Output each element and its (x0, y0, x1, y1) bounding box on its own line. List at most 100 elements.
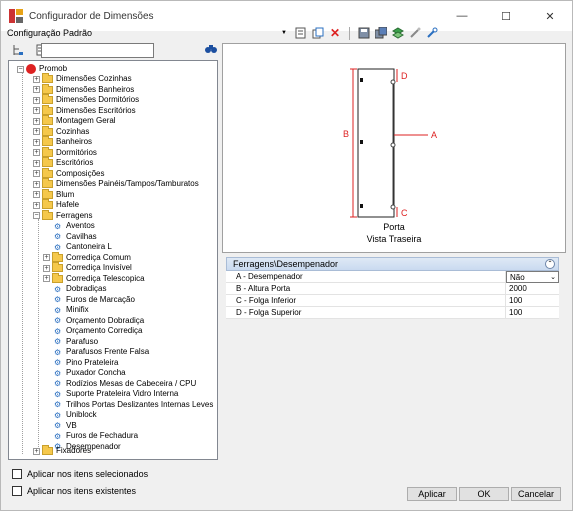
save-all-icon[interactable] (374, 26, 388, 40)
tree-leaf[interactable]: ⚙ Furos de Fechadura (54, 431, 138, 441)
apply-existing-option[interactable]: Aplicar nos itens existentes (12, 486, 136, 496)
tree-leaf[interactable]: ⚙ Dobradiças (54, 284, 106, 294)
expand-icon[interactable]: + (33, 96, 40, 104)
tree-leaf[interactable]: ⚙ Furos de Marcação (54, 295, 135, 305)
tree-item[interactable]: + Banheiros (33, 136, 93, 147)
tree-item[interactable]: + Blum (33, 188, 74, 200)
tree-item[interactable]: + Dimensões Escritórios (33, 104, 136, 116)
close-button[interactable]: ✕ (528, 1, 572, 31)
minimize-button[interactable]: — (440, 1, 484, 31)
expand-icon[interactable]: + (43, 254, 50, 261)
tree-item[interactable]: + Hafele (33, 199, 79, 210)
folder-icon (42, 83, 53, 94)
tree-item[interactable]: + Composições (33, 167, 104, 179)
expand-icon[interactable]: + (33, 149, 40, 156)
apply-selected-option[interactable]: Aplicar nos itens selecionados (12, 469, 148, 479)
tree-item[interactable]: + Cozinhas (33, 125, 90, 137)
expand-icon[interactable]: + (33, 138, 40, 146)
collapse-icon[interactable]: − (33, 212, 40, 219)
tree-leaf[interactable]: ⚙ VB (54, 421, 77, 431)
tree-label: Corrediça Invisível (66, 263, 132, 272)
collapse-icon[interactable]: − (17, 65, 24, 73)
tree-leaf[interactable]: ⚙ Cantoneira L (54, 242, 112, 252)
expand-icon[interactable]: + (33, 180, 40, 188)
tree-item[interactable]: + Dimensões Cozinhas (33, 73, 132, 84)
config-tree[interactable]: − Promob + Dimensões Cozinhas + Dimensões … (8, 60, 218, 460)
tool-icon[interactable] (425, 26, 439, 40)
apply-button[interactable]: Aplicar (407, 487, 457, 501)
desempenador-select[interactable]: Não ⌄ (506, 271, 559, 283)
tree-item[interactable]: + Dimensões Banheiros (33, 83, 134, 95)
dropdown-arrow-icon[interactable]: ▼ (277, 26, 291, 40)
tree-item[interactable]: + Dimensões Painéis/Tampos/Tamburatos (33, 178, 199, 189)
tree-label: Banheiros (56, 137, 93, 146)
tree-item[interactable]: + Montagem Geral (33, 115, 116, 126)
apply-selected-checkbox[interactable] (12, 469, 22, 479)
expand-icon[interactable]: + (33, 117, 40, 125)
folder-icon (42, 104, 53, 115)
maximize-button[interactable]: ☐ (484, 1, 528, 31)
tree-leaf[interactable]: ⚙ Parafusos Frente Falsa (54, 347, 149, 357)
tree-label: Puxador Concha (66, 368, 126, 377)
tree-leaf[interactable]: ⚙ Aventos (54, 221, 95, 231)
apply-existing-checkbox[interactable] (12, 486, 22, 496)
property-value[interactable]: 2000 (506, 283, 559, 294)
tree-leaf[interactable]: ⚙ Orçamento Dobradiça (54, 316, 144, 326)
expand-icon[interactable]: + (33, 75, 40, 83)
property-name: A - Desempenador (226, 271, 506, 282)
tree-item-ferragens[interactable]: − Ferragens (33, 209, 92, 221)
binoculars-search-icon[interactable] (204, 43, 218, 57)
tree-leaf[interactable]: ⚙ Uniblock (54, 410, 97, 420)
tree-leaf[interactable]: ⚙ Minifix (54, 305, 89, 315)
tree-filter-icon[interactable] (11, 43, 25, 57)
expand-icon[interactable]: + (33, 191, 40, 198)
config-item-icon: ⚙ (54, 242, 62, 252)
tree-leaf[interactable]: ⚙ Suporte Prateleira Vidro Interna (54, 389, 178, 399)
expand-icon[interactable]: + (33, 107, 40, 114)
toolbar-separator (349, 26, 350, 40)
tree-label: Cantoneira L (66, 242, 112, 251)
tree-label: Fixadores (56, 446, 92, 455)
tree-leaf[interactable]: ⚙ Parafuso (54, 337, 98, 347)
tree-item[interactable]: + Fixadores (33, 445, 92, 456)
tree-leaf[interactable]: ⚙ Orçamento Corrediça (54, 326, 142, 336)
new-config-icon[interactable] (294, 26, 308, 40)
tree-leaf[interactable]: ⚙ Rodízios Mesas de Cabeceira / CPU (54, 379, 196, 389)
wand-icon[interactable] (408, 26, 422, 40)
delete-icon[interactable]: ✕ (328, 26, 342, 40)
tree-leaf[interactable]: ⚙ Cavilhas (54, 232, 97, 242)
copy-config-icon[interactable] (311, 26, 325, 40)
property-value[interactable]: 100 (506, 307, 559, 318)
tree-item[interactable]: + Dormitórios (33, 146, 97, 158)
expand-icon[interactable]: + (33, 128, 40, 135)
tree-label: Cozinhas (56, 126, 90, 136)
save-icon[interactable] (357, 26, 371, 40)
property-name: B - Altura Porta (226, 283, 506, 294)
expand-icon[interactable]: + (43, 275, 50, 282)
expand-icon[interactable]: + (43, 264, 50, 272)
property-value[interactable]: 100 (506, 295, 559, 306)
tree-item[interactable]: + Corrediça Telescopica (43, 272, 145, 284)
tree-leaf[interactable]: ⚙ Trilhos Portas Deslizantes Internas Lev… (54, 400, 213, 410)
dim-label-c: C (401, 208, 408, 218)
stack-icon[interactable] (391, 26, 405, 40)
tree-item[interactable]: + Corrediça Invisível (43, 262, 132, 273)
tree-item[interactable]: + Dimensões Dormitórios (33, 94, 139, 105)
tree-leaf[interactable]: ⚙ Puxador Concha (54, 368, 126, 378)
expand-icon[interactable]: + (33, 159, 40, 167)
configurador-window: Configurador de Dimensões — ☐ ✕ Configur… (0, 0, 573, 511)
tree-item[interactable]: + Corrediça Comum (43, 251, 131, 263)
expand-icon[interactable]: + (33, 170, 40, 177)
expand-icon[interactable]: + (33, 86, 40, 93)
property-value[interactable]: Não ⌄ (506, 271, 559, 283)
expand-icon[interactable]: + (33, 447, 40, 455)
expand-icon[interactable]: + (33, 201, 40, 209)
tree-label: Montagem Geral (56, 116, 116, 125)
collapse-up-icon[interactable]: ⌃ (545, 259, 555, 269)
cancel-button[interactable]: Cancelar (511, 487, 561, 501)
ok-button[interactable]: OK (459, 487, 509, 501)
tree-leaf[interactable]: ⚙ Pino Prateleira (54, 358, 118, 368)
search-input[interactable] (41, 43, 154, 58)
dimension-preview: B D A C Porta Vista Traseira (222, 43, 566, 253)
tree-item[interactable]: + Escritórios (33, 157, 93, 168)
